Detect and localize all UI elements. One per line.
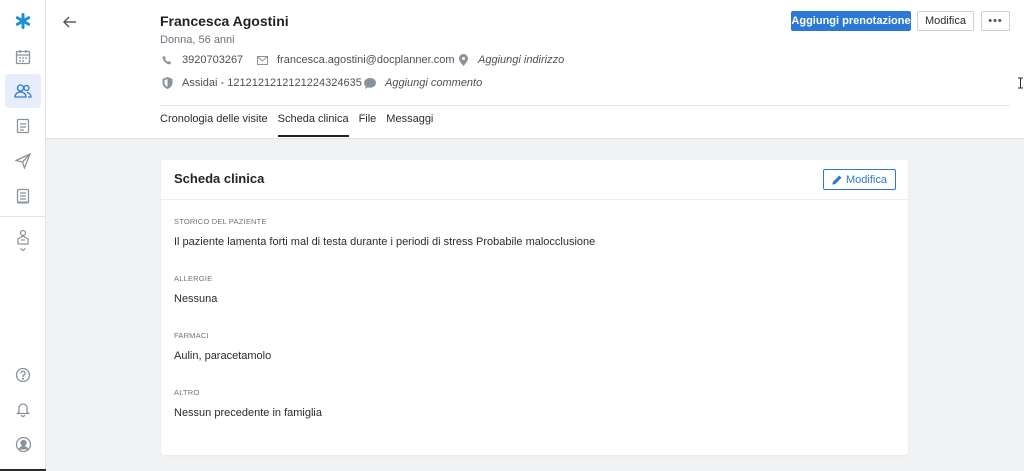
- section-value: Nessun precedente in famiglia: [174, 407, 322, 419]
- send-icon[interactable]: [5, 144, 41, 178]
- clinical-record-card: Scheda clinica Modifica STORICO DEL PAZI…: [161, 160, 908, 455]
- patient-name: Francesca Agostini: [160, 13, 289, 29]
- patient-email: francesca.agostini@docplanner.com: [255, 53, 455, 67]
- user-account-icon[interactable]: [5, 427, 41, 461]
- pencil-icon: [832, 175, 842, 184]
- patient-header: Francesca Agostini Donna, 56 anni 392070…: [46, 0, 1024, 139]
- tab-files[interactable]: File: [359, 106, 377, 137]
- tab-visit-history[interactable]: Cronologia delle visite: [160, 106, 268, 137]
- comment-icon: [363, 76, 377, 90]
- section-allergies: ALLERGIE Nessuna: [174, 274, 217, 305]
- section-label: ALTRO: [174, 388, 200, 397]
- back-arrow-icon[interactable]: [60, 12, 80, 32]
- app-logo-icon[interactable]: [5, 4, 41, 38]
- patient-tabs: Cronologia delle visite Scheda clinica F…: [160, 106, 443, 138]
- section-value: Nessuna: [174, 293, 218, 305]
- help-icon[interactable]: [5, 358, 41, 392]
- section-label: STORICO DEL PAZIENTE: [174, 217, 267, 226]
- clinic-icon[interactable]: [5, 224, 41, 258]
- section-patient-history: STORICO DEL PAZIENTE Il paziente lamenta…: [174, 217, 595, 248]
- section-value: Aulin, paracetamolo: [174, 350, 272, 362]
- add-address-link[interactable]: Aggiungi indirizzo: [456, 53, 564, 67]
- ledger-icon[interactable]: [5, 179, 41, 213]
- envelope-icon: [255, 53, 269, 67]
- shield-icon: [160, 76, 174, 90]
- sidebar-divider: [0, 216, 46, 217]
- tab-messages[interactable]: Messaggi: [386, 106, 433, 137]
- more-options-button[interactable]: •••: [981, 11, 1010, 31]
- edit-clinical-record-button[interactable]: Modifica: [823, 169, 896, 190]
- section-label: FARMACI: [174, 331, 209, 340]
- add-booking-button[interactable]: Aggiungi prenotazione: [791, 11, 911, 31]
- patient-subtitle: Donna, 56 anni: [160, 34, 235, 46]
- map-pin-icon: [456, 53, 470, 67]
- phone-icon: [160, 53, 174, 67]
- section-label: ALLERGIE: [174, 274, 213, 283]
- text-cursor-icon: [1018, 77, 1023, 89]
- section-value: Il paziente lamenta forti mal di testa d…: [174, 236, 596, 248]
- sidebar: [0, 0, 46, 471]
- bell-icon[interactable]: [5, 392, 41, 426]
- edit-patient-button[interactable]: Modifica: [917, 11, 974, 31]
- patients-icon[interactable]: [5, 74, 41, 108]
- patient-insurance: Assidai - 1212121212121224324635: [160, 76, 362, 90]
- calendar-icon[interactable]: [5, 40, 41, 74]
- card-title: Scheda clinica: [174, 171, 265, 186]
- section-other: ALTRO Nessun precedente in famiglia: [174, 388, 322, 419]
- section-medications: FARMACI Aulin, paracetamolo: [174, 331, 271, 362]
- document-icon[interactable]: [5, 109, 41, 143]
- card-divider: [161, 199, 908, 200]
- tab-clinical-record[interactable]: Scheda clinica: [277, 106, 349, 137]
- patient-phone: 3920703267: [160, 53, 243, 67]
- add-comment-link[interactable]: Aggiungi commento: [363, 76, 482, 90]
